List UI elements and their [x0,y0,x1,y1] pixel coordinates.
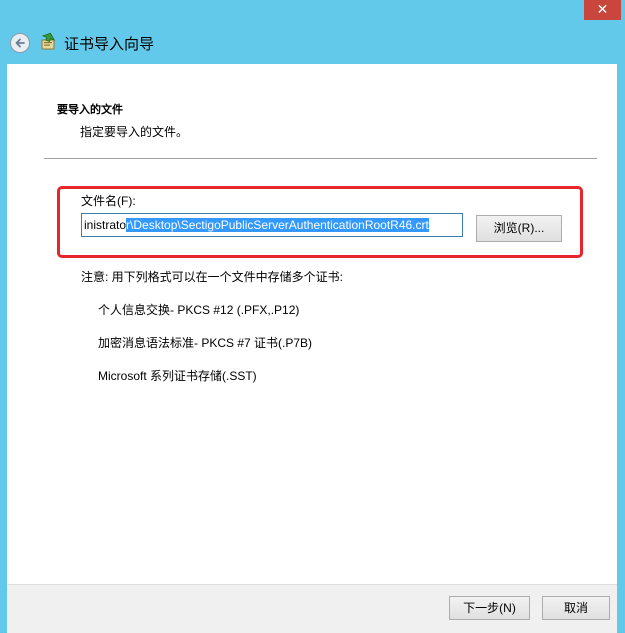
file-name-text-selected: r\Desktop\SectigoPublicServerAuthenticat… [126,218,429,232]
button-bar: 下一步(N) 取消 [7,584,617,633]
wizard-content: 要导入的文件 指定要导入的文件。 文件名(F): inistrator\Desk… [7,64,617,584]
divider [44,158,597,159]
file-name-label: 文件名(F): [81,194,136,208]
close-button[interactable]: ✕ [584,0,621,20]
back-button[interactable] [10,33,30,53]
window-frame: ✕ 证书导入向导 要导入的文件 指定要导入的文件。 文件名(F): inistr… [0,0,625,633]
section-subtitle: 指定要导入的文件。 [80,125,189,139]
format-item-pkcs12: 个人信息交换- PKCS #12 (.PFX,.P12) [98,303,300,317]
wizard-header: 证书导入向导 [7,26,617,64]
browse-button[interactable]: 浏览(R)... [476,215,562,242]
certificate-wizard-icon [41,32,56,50]
format-item-sst: Microsoft 系列证书存储(.SST) [98,369,257,383]
file-name-input[interactable]: inistrator\Desktop\SectigoPublicServerAu… [81,213,463,237]
section-heading: 要导入的文件 [57,104,123,116]
back-arrow-icon [15,38,25,48]
format-note: 注意: 用下列格式可以在一个文件中存储多个证书: [81,270,344,284]
cancel-button[interactable]: 取消 [542,596,610,620]
next-button[interactable]: 下一步(N) [449,596,530,620]
format-item-pkcs7: 加密消息语法标准- PKCS #7 证书(.P7B) [98,336,313,350]
file-name-text-unselected: inistrato [84,218,127,232]
window-title: 证书导入向导 [64,36,155,53]
